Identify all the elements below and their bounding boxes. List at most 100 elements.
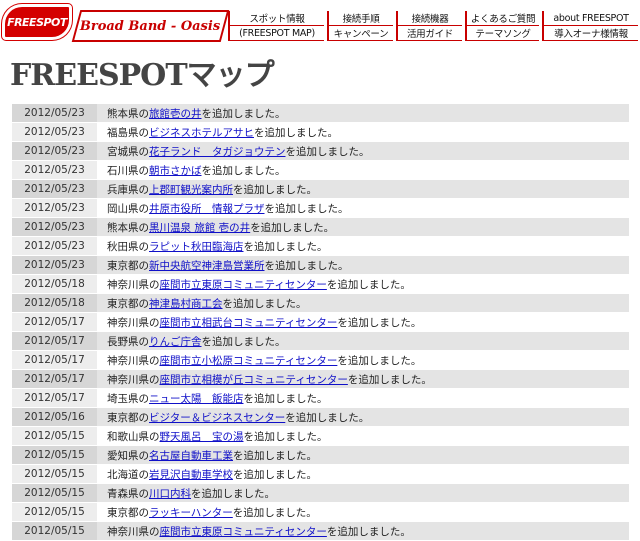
prefecture-text: 宮城県の: [107, 145, 149, 158]
nav-about[interactable]: about FREESPOT: [542, 11, 638, 26]
added-text: を追加しました。: [233, 183, 317, 196]
spot-link[interactable]: ラッキーハンター: [149, 507, 233, 519]
added-text: を追加しました。: [326, 278, 411, 291]
prefecture-text: 秋田県の: [107, 240, 149, 253]
added-text: を追加しました。: [232, 506, 317, 519]
nav-theme-song[interactable]: テーマソング: [465, 26, 539, 41]
added-text: を追加しました。: [201, 164, 286, 177]
site-header: FREESPOT Broad Band - Oasis スポット情報 接続手順 …: [0, 0, 640, 46]
spot-link[interactable]: 朝市さかば: [149, 165, 202, 177]
freespot-logo[interactable]: FREESPOT: [2, 4, 72, 40]
spot-link[interactable]: 岩見沢自動車学校: [149, 469, 233, 481]
prefecture-text: 北海道の: [107, 468, 149, 481]
prefecture-text: 福島県の: [107, 126, 149, 139]
spot-link[interactable]: 座間市立東原コミュニティセンター: [160, 279, 327, 291]
update-date: 2012/05/15: [12, 483, 97, 503]
table-row: 2012/05/23 東京都の新中央航空神津島営業所を追加しました。: [12, 255, 629, 275]
nav-spot-info[interactable]: スポット情報: [228, 11, 324, 26]
spot-link[interactable]: ビジネスホテルアサヒ: [149, 127, 254, 139]
table-row: 2012/05/15 青森県の川口内科を追加しました。: [12, 483, 629, 503]
table-row: 2012/05/23 宮城県の花子ランド タガジョウテンを追加しました。: [12, 141, 629, 161]
spot-link[interactable]: 新中央航空神津島営業所: [149, 260, 265, 272]
update-date: 2012/05/15: [12, 445, 97, 465]
main-nav: スポット情報 接続手順 接続機器 よくあるご質問 about FREESPOT …: [228, 11, 640, 41]
added-text: を追加しました。: [233, 468, 317, 481]
added-text: を追加しました。: [347, 373, 432, 386]
added-text: を追加しました。: [250, 221, 335, 234]
added-text: を追加しました。: [201, 335, 286, 348]
spot-link[interactable]: 座間市立相模が丘コミュニティセンター: [160, 374, 348, 386]
nav-devices[interactable]: 接続機器: [396, 11, 462, 26]
update-date: 2012/05/23: [12, 104, 97, 123]
prefecture-text: 東京都の: [107, 411, 149, 424]
prefecture-text: 熊本県の: [107, 107, 149, 120]
added-text: を追加しました。: [191, 487, 275, 500]
table-row: 2012/05/23 兵庫県の上郡町観光案内所を追加しました。: [12, 179, 629, 199]
prefecture-text: 神奈川県の: [107, 525, 160, 538]
update-message: 宮城県の花子ランド タガジョウテンを追加しました。: [97, 141, 629, 161]
table-row: 2012/05/17 神奈川県の座間市立相模が丘コミュニティセンターを追加しました…: [12, 369, 629, 389]
prefecture-text: 東京都の: [107, 297, 149, 310]
spot-link[interactable]: 座間市立小松原コミュニティセンター: [160, 355, 338, 367]
nav-freespot-map[interactable]: (FREESPOT MAP): [228, 26, 324, 41]
spot-link[interactable]: 座間市立東原コミュニティセンター: [160, 526, 327, 538]
update-message: 東京都のラッキーハンターを追加しました。: [97, 502, 629, 522]
spot-link[interactable]: 川口内科: [149, 488, 191, 500]
spot-link[interactable]: 野天風呂 宝の湯: [160, 431, 244, 443]
nav-faq[interactable]: よくあるご質問: [465, 11, 539, 26]
prefecture-text: 石川県の: [107, 164, 149, 177]
table-row: 2012/05/23 熊本県の旅館壱の井を追加しました。: [12, 104, 629, 123]
spot-link[interactable]: 井原市役所 情報プラザ: [149, 203, 265, 215]
table-row: 2012/05/17 埼玉県のニュー太陽 飯能店を追加しました。: [12, 388, 629, 408]
spot-link[interactable]: 座間市立相武台コミュニティセンター: [160, 317, 338, 329]
prefecture-text: 神奈川県の: [107, 316, 160, 329]
update-date: 2012/05/17: [12, 331, 97, 351]
prefecture-text: 愛知県の: [107, 449, 149, 462]
prefecture-text: 埼玉県の: [107, 392, 149, 405]
table-row: 2012/05/15 東京都のラッキーハンターを追加しました。: [12, 502, 629, 522]
update-message: 熊本県の旅館壱の井を追加しました。: [97, 104, 629, 123]
added-text: を追加しました。: [222, 297, 307, 310]
update-message: 北海道の岩見沢自動車学校を追加しました。: [97, 464, 629, 484]
spot-link[interactable]: 神津島村商工会: [149, 298, 223, 310]
spot-link[interactable]: ラピット秋田臨海店: [149, 241, 244, 253]
prefecture-text: 青森県の: [107, 487, 149, 500]
update-message: 秋田県のラピット秋田臨海店を追加しました。: [97, 236, 629, 256]
update-table: 2012/05/23 熊本県の旅館壱の井を追加しました。 2012/05/23 福島県…: [12, 104, 629, 541]
added-text: を追加しました。: [326, 525, 411, 538]
prefecture-text: 神奈川県の: [107, 278, 160, 291]
prefecture-text: 兵庫県の: [107, 183, 149, 196]
added-text: を追加しました。: [337, 316, 422, 329]
update-date: 2012/05/17: [12, 312, 97, 332]
table-row: 2012/05/17 神奈川県の座間市立小松原コミュニティセンターを追加しました。: [12, 350, 629, 370]
logo-text: FREESPOT: [7, 15, 67, 29]
spot-link[interactable]: ビジター＆ビジネスセンター: [149, 412, 285, 424]
update-message: 神奈川県の座間市立相模が丘コミュニティセンターを追加しました。: [97, 369, 629, 389]
spot-link[interactable]: 花子ランド タガジョウテン: [149, 146, 286, 158]
spot-link[interactable]: 上郡町観光案内所: [149, 184, 233, 196]
update-date: 2012/05/15: [12, 464, 97, 484]
update-message: 埼玉県のニュー太陽 飯能店を追加しました。: [97, 388, 629, 408]
prefecture-text: 熊本県の: [107, 221, 149, 234]
prefecture-text: 和歌山県の: [107, 430, 160, 443]
update-message: 神奈川県の座間市立相武台コミュニティセンターを追加しました。: [97, 312, 629, 332]
spot-link[interactable]: 黒川温泉 旅館 壱の井: [149, 222, 250, 234]
spot-link[interactable]: ニュー太陽 飯能店: [149, 393, 244, 405]
spot-link[interactable]: りんご庁舎: [149, 336, 202, 348]
update-date: 2012/05/23: [12, 122, 97, 142]
nav-campaign[interactable]: キャンペーン: [327, 26, 393, 41]
table-row: 2012/05/17 長野県のりんご庁舎を追加しました。: [12, 331, 629, 351]
update-date: 2012/05/16: [12, 407, 97, 427]
added-text: を追加しました。: [337, 354, 422, 367]
update-message: 福島県のビジネスホテルアサヒを追加しました。: [97, 122, 629, 142]
brand-banner[interactable]: Broad Band - Oasis: [71, 10, 230, 42]
spot-link[interactable]: 旅館壱の井: [149, 108, 202, 120]
table-row: 2012/05/16 東京都のビジター＆ビジネスセンターを追加しました。: [12, 407, 629, 427]
nav-owner-info[interactable]: 導入オーナ様情報: [542, 26, 638, 41]
nav-usage-guide[interactable]: 活用ガイド: [396, 26, 462, 41]
update-message: 岡山県の井原市役所 情報プラザを追加しました。: [97, 198, 629, 218]
nav-connection-steps[interactable]: 接続手順: [327, 11, 393, 26]
spot-link[interactable]: 名古屋自動車工業: [149, 450, 233, 462]
added-text: を追加しました。: [264, 259, 349, 272]
table-row: 2012/05/15 北海道の岩見沢自動車学校を追加しました。: [12, 464, 629, 484]
